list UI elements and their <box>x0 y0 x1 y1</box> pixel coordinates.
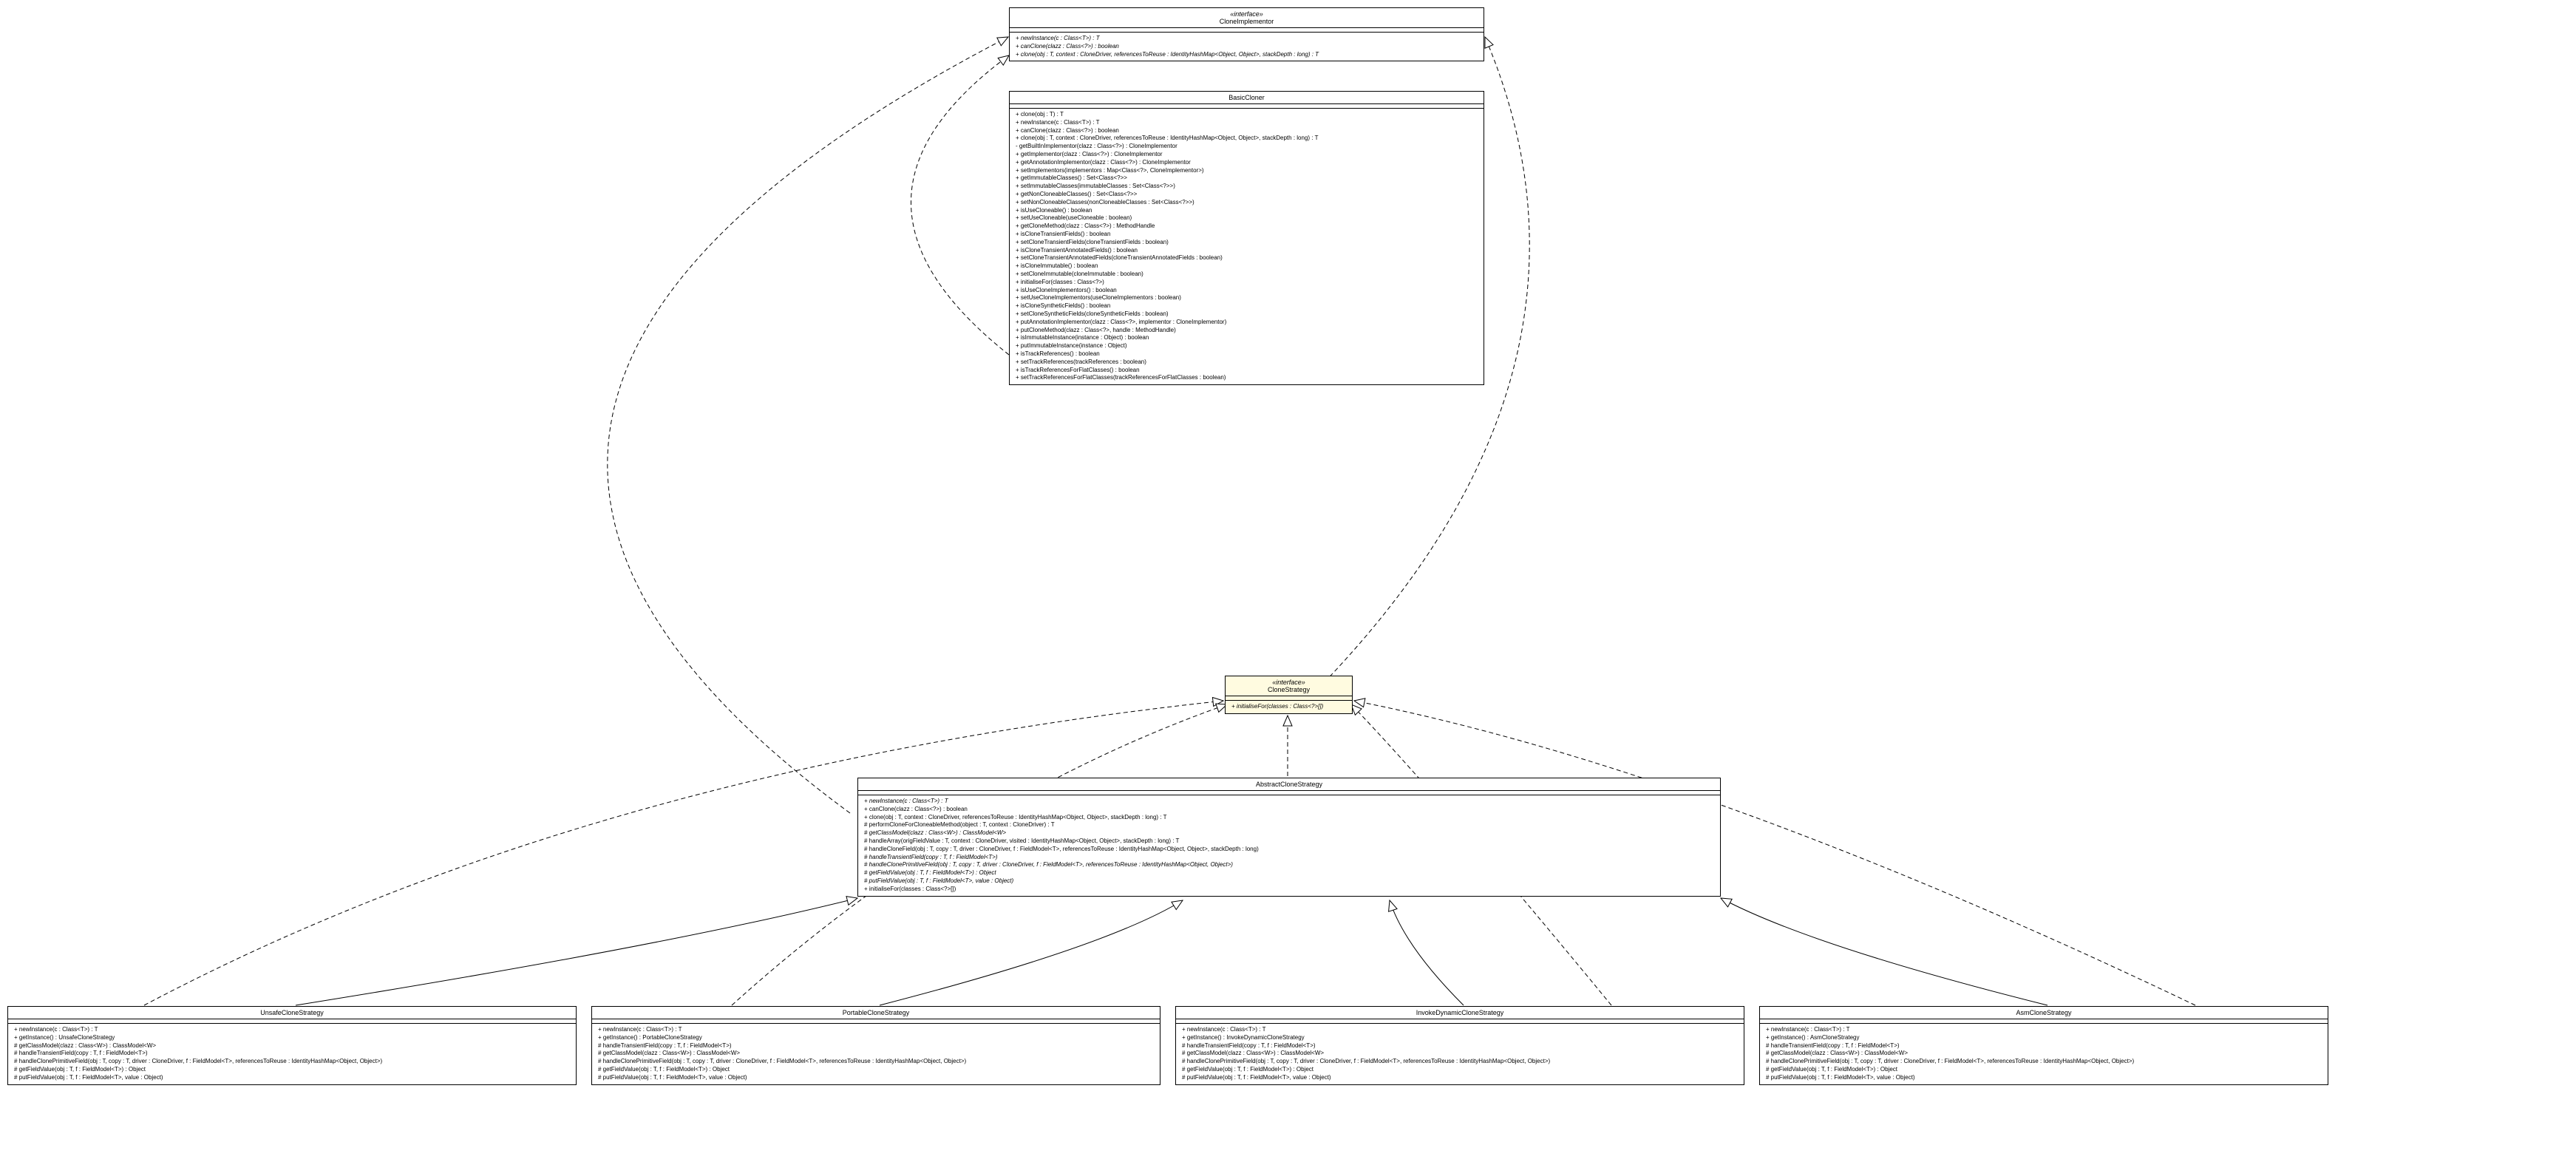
operation: + newInstance(c : Class<T>) : T <box>864 798 1714 806</box>
operation: # handleCloneField(obj : T, copy : T, dr… <box>864 846 1714 854</box>
class-name: UnsafeCloneStrategy <box>14 1009 570 1016</box>
operation: # putFieldValue(obj : T, f : FieldModel<… <box>1182 1074 1738 1082</box>
operation: + initialiseFor(classes : Class<?>) <box>1016 279 1478 287</box>
operation: + canClone(clazz : Class<?>) : boolean <box>1016 43 1478 51</box>
operation: + getInstance() : PortableCloneStrategy <box>598 1034 1154 1042</box>
operation: + isCloneTransientAnnotatedFields() : bo… <box>1016 247 1478 255</box>
operation: + setNonCloneableClasses(nonCloneableCla… <box>1016 199 1478 207</box>
operation: + newInstance(c : Class<T>) : T <box>598 1026 1154 1034</box>
operation: + getInstance() : InvokeDynamicCloneStra… <box>1182 1034 1738 1042</box>
operation: + canClone(clazz : Class<?>) : boolean <box>1016 127 1478 135</box>
operation: + newInstance(c : Class<T>) : T <box>1016 35 1478 43</box>
operation: # getClassModel(clazz : Class<W>) : Clas… <box>1766 1050 2322 1058</box>
operation: + newInstance(c : Class<T>) : T <box>1766 1026 2322 1034</box>
stereotype: «interface» <box>1231 679 1346 686</box>
operation: # handleTransientField(copy : T, f : Fie… <box>864 854 1714 862</box>
operation: + setImplementors(implementors : Map<Cla… <box>1016 167 1478 175</box>
operation: + setUseCloneImplementors(useCloneImplem… <box>1016 294 1478 302</box>
operation: + getCloneMethod(clazz : Class<?>) : Met… <box>1016 222 1478 231</box>
operation: + initialiseFor(classes : Class<?>[]) <box>864 886 1714 894</box>
class-invoke-dynamic-clone-strategy: InvokeDynamicCloneStrategy + newInstance… <box>1175 1006 1744 1085</box>
operation: # handleClonePrimitiveField(obj : T, cop… <box>14 1058 570 1066</box>
operation: + getInstance() : AsmCloneStrategy <box>1766 1034 2322 1042</box>
class-clone-strategy: «interface» CloneStrategy + initialiseFo… <box>1225 676 1353 714</box>
operation: # getClassModel(clazz : Class<W>) : Clas… <box>864 829 1714 837</box>
operation: # handleTransientField(copy : T, f : Fie… <box>598 1042 1154 1050</box>
operation: + isUseCloneable() : boolean <box>1016 207 1478 215</box>
operation: + isTrackReferencesForFlatClasses() : bo… <box>1016 367 1478 375</box>
operation: # getFieldValue(obj : T, f : FieldModel<… <box>1182 1066 1738 1074</box>
operation: # handleClonePrimitiveField(obj : T, cop… <box>1182 1058 1738 1066</box>
operation: # getFieldValue(obj : T, f : FieldModel<… <box>1766 1066 2322 1074</box>
class-abstract-clone-strategy: AbstractCloneStrategy + newInstance(c : … <box>857 778 1721 897</box>
operation: # performCloneForCloneableMethod(object … <box>864 821 1714 829</box>
operation: + getNonCloneableClasses() : Set<Class<?… <box>1016 191 1478 199</box>
operation: # handleArray(origFieldValue : T, contex… <box>864 837 1714 846</box>
class-name: CloneImplementor <box>1016 18 1478 25</box>
operation: # getFieldValue(obj : T, f : FieldModel<… <box>14 1066 570 1074</box>
operation: + canClone(clazz : Class<?>) : boolean <box>864 806 1714 814</box>
operation: + isImmutableInstance(instance : Object)… <box>1016 334 1478 342</box>
operation: + setCloneSyntheticFields(cloneSynthetic… <box>1016 310 1478 319</box>
class-asm-clone-strategy: AsmCloneStrategy + newInstance(c : Class… <box>1759 1006 2328 1085</box>
operation: + getInstance() : UnsafeCloneStrategy <box>14 1034 570 1042</box>
operation: + setCloneImmutable(cloneImmutable : boo… <box>1016 271 1478 279</box>
operation: + isUseCloneImplementors() : boolean <box>1016 287 1478 295</box>
class-name: BasicCloner <box>1016 94 1478 101</box>
operation: # handleClonePrimitiveField(obj : T, cop… <box>1766 1058 2322 1066</box>
operation: # getClassModel(clazz : Class<W>) : Clas… <box>1182 1050 1738 1058</box>
operation: + isCloneImmutable() : boolean <box>1016 262 1478 271</box>
class-clone-implementor: «interface» CloneImplementor + newInstan… <box>1009 7 1484 61</box>
operation: + initialiseFor(classes : Class<?>[]) <box>1231 703 1346 711</box>
operation: + putImmutableInstance(instance : Object… <box>1016 342 1478 350</box>
operation: # handleTransientField(copy : T, f : Fie… <box>1182 1042 1738 1050</box>
operation: + setUseCloneable(useCloneable : boolean… <box>1016 214 1478 222</box>
class-name: PortableCloneStrategy <box>598 1009 1154 1016</box>
operation: + clone(obj : T) : T <box>1016 111 1478 119</box>
operation: + clone(obj : T, context : CloneDriver, … <box>864 814 1714 822</box>
operation: + putCloneMethod(clazz : Class<?>, handl… <box>1016 327 1478 335</box>
operation: + clone(obj : T, context : CloneDriver, … <box>1016 135 1478 143</box>
class-name: CloneStrategy <box>1231 686 1346 693</box>
operation: # putFieldValue(obj : T, f : FieldModel<… <box>1766 1074 2322 1082</box>
class-basic-cloner: BasicCloner + clone(obj : T) : T+ newIns… <box>1009 91 1484 385</box>
operation: + newInstance(c : Class<T>) : T <box>1182 1026 1738 1034</box>
operation: # handleTransientField(copy : T, f : Fie… <box>14 1050 570 1058</box>
operation: + getImmutableClasses() : Set<Class<?>> <box>1016 174 1478 183</box>
operation: # handleClonePrimitiveField(obj : T, cop… <box>864 861 1714 869</box>
operation: # putFieldValue(obj : T, f : FieldModel<… <box>864 877 1714 886</box>
operation: + setCloneTransientFields(cloneTransient… <box>1016 239 1478 247</box>
class-name: InvokeDynamicCloneStrategy <box>1182 1009 1738 1016</box>
operation: + newInstance(c : Class<T>) : T <box>1016 119 1478 127</box>
class-portable-clone-strategy: PortableCloneStrategy + newInstance(c : … <box>591 1006 1160 1085</box>
operation: # handleClonePrimitiveField(obj : T, cop… <box>598 1058 1154 1066</box>
operation: + clone(obj : T, context : CloneDriver, … <box>1016 51 1478 59</box>
class-name: AsmCloneStrategy <box>1766 1009 2322 1016</box>
operation: # putFieldValue(obj : T, f : FieldModel<… <box>598 1074 1154 1082</box>
operation: # getFieldValue(obj : T, f : FieldModel<… <box>864 869 1714 877</box>
operation: + newInstance(c : Class<T>) : T <box>14 1026 570 1034</box>
operation: - getBuiltInImplementor(clazz : Class<?>… <box>1016 143 1478 151</box>
operation: # handleTransientField(copy : T, f : Fie… <box>1766 1042 2322 1050</box>
operation: # getClassModel(clazz : Class<W>) : Clas… <box>14 1042 570 1050</box>
operation: # putFieldValue(obj : T, f : FieldModel<… <box>14 1074 570 1082</box>
operation: + setImmutableClasses(immutableClasses :… <box>1016 183 1478 191</box>
operation: + setCloneTransientAnnotatedFields(clone… <box>1016 254 1478 262</box>
operation: + getAnnotationImplementor(clazz : Class… <box>1016 159 1478 167</box>
operation: + isCloneSyntheticFields() : boolean <box>1016 302 1478 310</box>
operation: + getImplementor(clazz : Class<?>) : Clo… <box>1016 151 1478 159</box>
operation: # getFieldValue(obj : T, f : FieldModel<… <box>598 1066 1154 1074</box>
stereotype: «interface» <box>1016 10 1478 18</box>
operation: + isCloneTransientFields() : boolean <box>1016 231 1478 239</box>
operation: + setTrackReferencesForFlatClasses(track… <box>1016 374 1478 382</box>
class-unsafe-clone-strategy: UnsafeCloneStrategy + newInstance(c : Cl… <box>7 1006 577 1085</box>
operation: + isTrackReferences() : boolean <box>1016 350 1478 359</box>
class-name: AbstractCloneStrategy <box>864 781 1714 788</box>
operation: + putAnnotationImplementor(clazz : Class… <box>1016 319 1478 327</box>
operation: + setTrackReferences(trackReferences : b… <box>1016 359 1478 367</box>
operation: # getClassModel(clazz : Class<W>) : Clas… <box>598 1050 1154 1058</box>
